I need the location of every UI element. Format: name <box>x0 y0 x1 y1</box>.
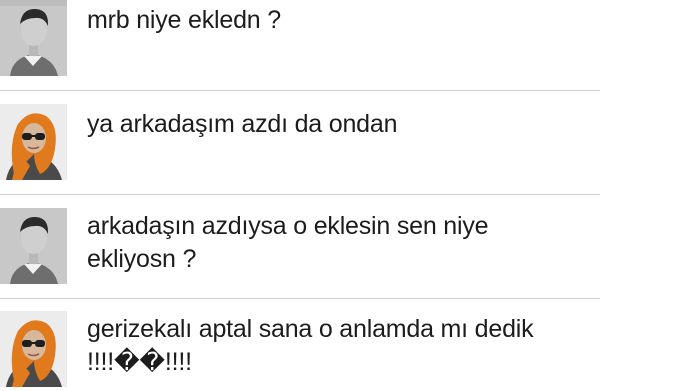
message-text-line: gerizekalı aptal sana o anlamda mı dedik <box>87 315 534 343</box>
message-text-line: arkadaşın azdıysa o eklesin sen niye <box>87 212 489 240</box>
male-user-avatar[interactable] <box>0 208 67 284</box>
message-item: arkadaşın azdıysa o eklesin sen niye ekl… <box>0 208 690 298</box>
message-item: gerizekalı aptal sana o anlamda mı dedik… <box>0 311 690 391</box>
female-user-avatar[interactable] <box>0 311 67 387</box>
message-text: ya arkadaşım azdı da ondan <box>87 110 398 138</box>
female-user-avatar[interactable] <box>0 104 67 180</box>
female-avatar-photo <box>0 311 67 387</box>
message-text: mrb niye ekledn ? <box>87 6 281 34</box>
message-divider <box>0 194 600 195</box>
male-avatar-photo <box>0 208 67 284</box>
message-divider <box>0 90 600 91</box>
message-text-line: !!!!��!!!! <box>87 348 192 376</box>
female-avatar-photo <box>0 104 67 180</box>
message-item: mrb niye ekledn ? <box>0 0 690 90</box>
male-avatar-photo <box>0 0 67 76</box>
message-thread: mrb niye ekledn ? ya arkadaşım azdı da o… <box>0 0 690 391</box>
message-divider <box>0 298 600 299</box>
message-text: gerizekalı aptal sana o anlamda mı dedik… <box>87 313 587 379</box>
message-item: ya arkadaşım azdı da ondan <box>0 104 690 194</box>
message-text: arkadaşın azdıysa o eklesin sen niye ekl… <box>87 210 587 276</box>
male-user-avatar[interactable] <box>0 0 67 76</box>
message-text-line: ekliyosn ? <box>87 245 197 273</box>
